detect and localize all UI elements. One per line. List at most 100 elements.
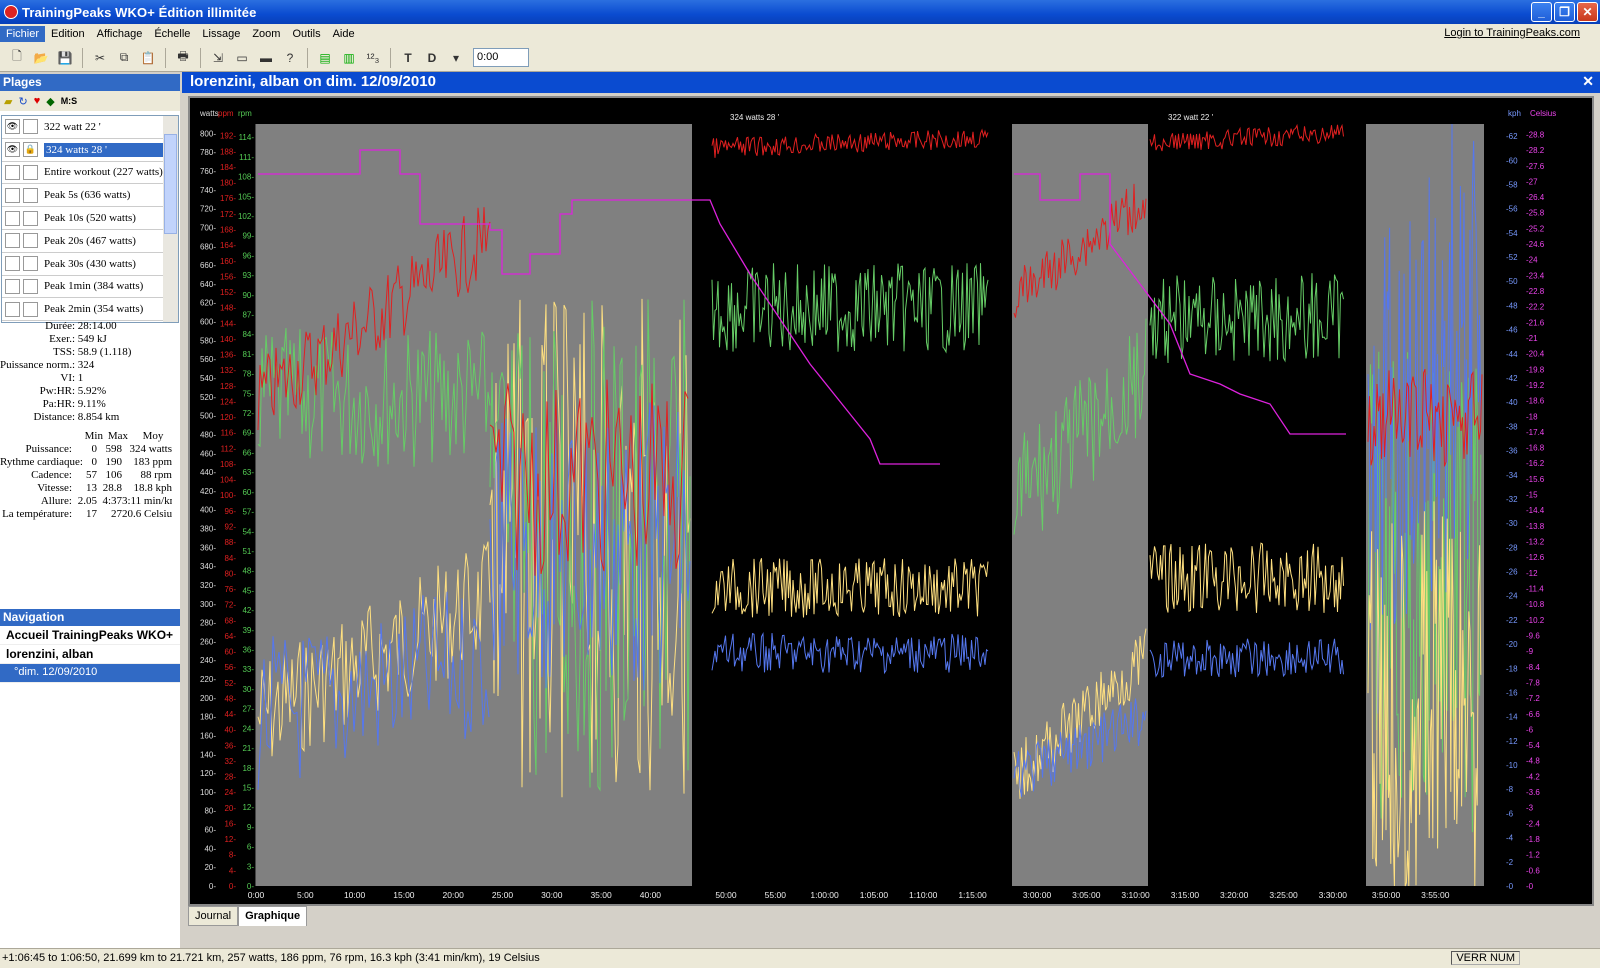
copy-icon[interactable]: ⧉	[113, 47, 135, 69]
eye-checkbox[interactable]	[5, 278, 20, 294]
lock-checkbox[interactable]	[23, 233, 38, 249]
window-icon[interactable]: ▭	[231, 47, 253, 69]
ppm-tick: 188-	[220, 147, 236, 156]
export-icon[interactable]: ⇲	[207, 47, 229, 69]
plage-row[interactable]: Peak 30s (430 watts)	[2, 253, 165, 276]
menu-echelle[interactable]: Échelle	[148, 26, 196, 42]
lock-checkbox[interactable]	[23, 256, 38, 272]
menu-aide[interactable]: Aide	[327, 26, 361, 42]
eye-checkbox[interactable]	[5, 164, 20, 180]
new-file-icon[interactable]: 🗋	[6, 47, 28, 69]
distance-axis-icon[interactable]: D	[421, 47, 443, 69]
eye-checkbox[interactable]	[5, 210, 20, 226]
time-tick: 3:55:00	[1421, 890, 1450, 900]
print-icon[interactable]: 🖶	[172, 47, 194, 69]
watts-tick: 440-	[200, 468, 216, 477]
axis-unit-rpm: rpm	[238, 109, 252, 118]
tab-graphique[interactable]: Graphique	[238, 906, 308, 926]
eye-icon[interactable]: 👁	[5, 142, 20, 158]
heart-icon[interactable]: ♥	[34, 95, 41, 107]
lock-checkbox[interactable]	[23, 301, 38, 317]
menu-affichage[interactable]: Affichage	[91, 26, 149, 42]
plage-row[interactable]: 👁 🔒 324 watts 28 '	[2, 139, 165, 162]
plages-scrollbar[interactable]	[163, 116, 178, 322]
menu-lissage[interactable]: Lissage	[196, 26, 246, 42]
plage-row[interactable]: Peak 1min (384 watts)	[2, 276, 165, 299]
paste-icon[interactable]: 📋	[137, 47, 159, 69]
eye-checkbox[interactable]	[5, 233, 20, 249]
nav-home[interactable]: Accueil TrainingPeaks WKO+	[0, 626, 180, 645]
menu-outils[interactable]: Outils	[286, 26, 326, 42]
folder-icon[interactable]: ▰	[4, 95, 12, 108]
plage-row[interactable]: Peak 2min (354 watts)	[2, 298, 165, 322]
refresh-icon[interactable]: ↻	[18, 95, 27, 108]
time-tick: 3:30:00	[1319, 890, 1348, 900]
lock-checkbox[interactable]	[23, 278, 38, 294]
restore-button[interactable]: ❐	[1554, 2, 1575, 22]
menu-zoom[interactable]: Zoom	[246, 26, 286, 42]
nav-workout[interactable]: °dim. 12/09/2010	[0, 664, 180, 683]
dropdown-icon[interactable]: ▾	[445, 47, 467, 69]
time-input[interactable]: 0:00	[473, 48, 529, 67]
open-folder-icon[interactable]: 📂	[30, 47, 52, 69]
minimize-button[interactable]: _	[1531, 2, 1552, 22]
nav-athlete[interactable]: lorenzini, alban	[0, 645, 180, 664]
axis-unit-kph: kph	[1508, 109, 1521, 118]
navigation-panel: Navigation Accueil TrainingPeaks WKO+ lo…	[0, 609, 180, 683]
celsius-tick: -0	[1526, 882, 1534, 891]
time-tick: 50:00	[715, 890, 737, 900]
save-icon[interactable]: 💾	[54, 47, 76, 69]
cut-icon[interactable]: ✂	[89, 47, 111, 69]
plage-row[interactable]: Peak 5s (636 watts)	[2, 184, 165, 208]
watts-tick: 260-	[200, 637, 216, 646]
eye-checkbox[interactable]	[5, 187, 20, 203]
lock-icon[interactable]: 🔒	[23, 142, 38, 158]
graph-icon[interactable]: ▤	[314, 47, 336, 69]
plage-row[interactable]: 👁 322 watt 22 '	[2, 116, 165, 139]
lock-checkbox[interactable]	[23, 119, 38, 135]
celsius-tick: -27.6	[1526, 162, 1545, 171]
rpm-tick: 81-	[242, 350, 254, 359]
celsius-tick: -12	[1526, 569, 1538, 578]
celsius-tick: -11.4	[1526, 585, 1544, 594]
eye-checkbox[interactable]	[5, 256, 20, 272]
watts-tick: 800-	[200, 129, 216, 138]
graph2-icon[interactable]: ▥	[338, 47, 360, 69]
kph-tick: -18	[1506, 664, 1518, 673]
workout-chart[interactable]: watts ppm rpm kph Celsius 0- 20- 40- 60- 80- 100- 1…	[188, 96, 1594, 906]
plage-row[interactable]: Entire workout (227 watts)	[2, 162, 165, 185]
ms-label[interactable]: M:S	[61, 96, 78, 106]
close-button[interactable]: ✕	[1577, 2, 1598, 22]
time-axis-icon[interactable]: T	[397, 47, 419, 69]
celsius-tick: -13.2	[1526, 538, 1545, 547]
window2-icon[interactable]: ▬	[255, 47, 277, 69]
lock-checkbox[interactable]	[23, 187, 38, 203]
lock-checkbox[interactable]	[23, 164, 38, 180]
kph-tick: -34	[1506, 471, 1518, 480]
help-icon[interactable]: ?	[279, 47, 301, 69]
ppm-tick: 92-	[224, 522, 236, 531]
login-link[interactable]: Login to TrainingPeaks.com	[1444, 27, 1580, 39]
ppm-tick: 148-	[220, 304, 236, 313]
ppm-tick: 56-	[224, 663, 236, 672]
numbers-icon[interactable]: ¹²₃	[362, 47, 384, 69]
time-tick: 3:00:00	[1023, 890, 1052, 900]
tab-journal[interactable]: Journal	[188, 906, 239, 926]
rpm-tick: 66-	[242, 448, 254, 457]
lock-checkbox[interactable]	[23, 210, 38, 226]
kph-tick: -4	[1506, 834, 1514, 843]
eye-checkbox[interactable]	[5, 301, 20, 317]
view-tabs: Journal Graphique	[188, 906, 308, 926]
menu-fichier[interactable]: Fichier	[0, 26, 46, 42]
ppm-tick: 84-	[224, 554, 236, 563]
plage-row[interactable]: Peak 20s (467 watts)	[2, 230, 165, 253]
celsius-tick: -7.8	[1526, 678, 1540, 687]
time-tick: 0:00	[248, 890, 265, 900]
celsius-tick: -4.2	[1526, 772, 1540, 781]
menu-edition[interactable]: Edition	[45, 26, 91, 42]
plage-row[interactable]: Peak 10s (520 watts)	[2, 207, 165, 230]
close-document-icon[interactable]: ✕	[1582, 73, 1594, 90]
window-title: TrainingPeaks WKO+ Édition illimitée	[22, 4, 257, 20]
eye-icon[interactable]: 👁	[5, 119, 20, 135]
gem-icon[interactable]: ◆	[46, 95, 54, 108]
